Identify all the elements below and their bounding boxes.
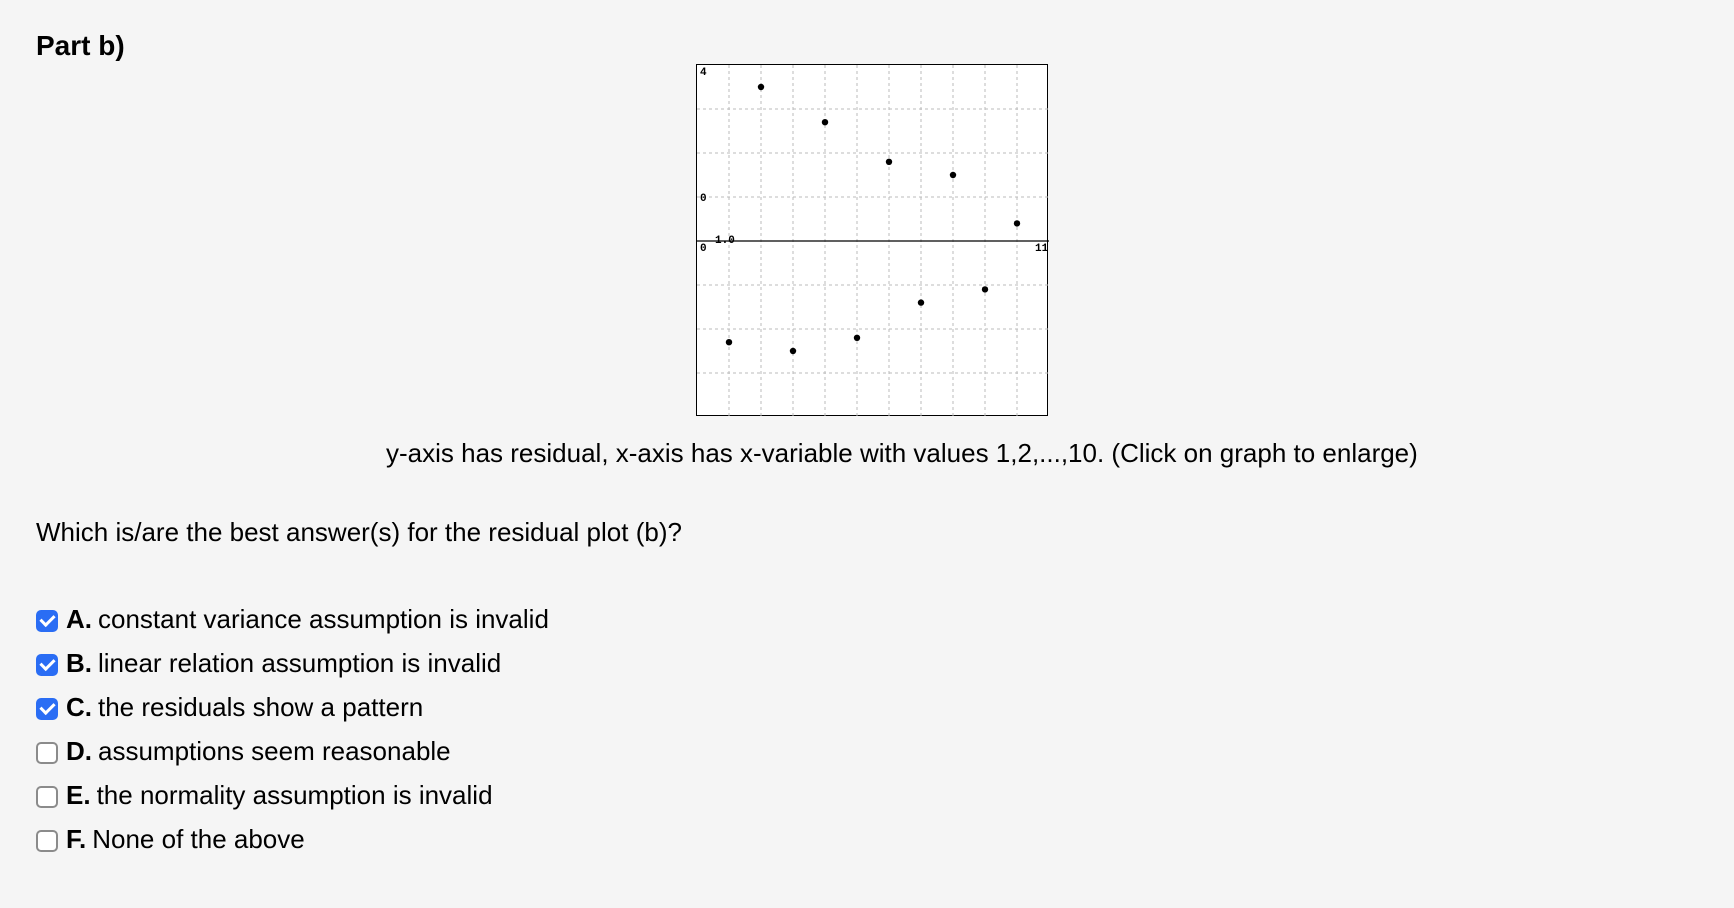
- option-letter: F.: [66, 822, 86, 857]
- option-row: B. linear relation assumption is invalid: [36, 646, 1698, 681]
- option-checkbox-b[interactable]: [36, 654, 58, 676]
- option-text: linear relation assumption is invalid: [98, 646, 501, 681]
- data-point: [982, 286, 988, 292]
- option-letter: A.: [66, 602, 92, 637]
- data-point: [886, 159, 892, 165]
- option-text: None of the above: [92, 822, 305, 857]
- option-row: E. the normality assumption is invalid: [36, 778, 1698, 813]
- y-tick-top: 4: [700, 67, 707, 79]
- option-checkbox-c[interactable]: [36, 698, 58, 720]
- x-tick-origin-left: 0: [700, 243, 707, 255]
- option-text: the residuals show a pattern: [98, 690, 423, 725]
- y-tick-zero: 0: [700, 193, 707, 205]
- part-label: Part b): [36, 30, 1698, 62]
- data-point: [1014, 220, 1020, 226]
- option-row: F. None of the above: [36, 822, 1698, 857]
- data-point: [790, 348, 796, 354]
- data-point: [726, 339, 732, 345]
- option-letter: E.: [66, 778, 91, 813]
- option-letter: C.: [66, 690, 92, 725]
- option-row: D. assumptions seem reasonable: [36, 734, 1698, 769]
- question-text: Which is/are the best answer(s) for the …: [36, 517, 1698, 548]
- option-text: the normality assumption is invalid: [97, 778, 493, 813]
- chart-caption: y-axis has residual, x-axis has x-variab…: [386, 438, 1698, 469]
- data-point: [854, 335, 860, 341]
- option-checkbox-a[interactable]: [36, 610, 58, 632]
- residual-plot[interactable]: 4 0 0 1.0 11: [696, 64, 1048, 416]
- data-point: [758, 84, 764, 90]
- option-letter: D.: [66, 734, 92, 769]
- x-tick-origin: 1.0: [715, 235, 735, 247]
- data-point: [950, 172, 956, 178]
- data-point: [822, 119, 828, 125]
- option-checkbox-f[interactable]: [36, 830, 58, 852]
- option-letter: B.: [66, 646, 92, 681]
- x-tick-max: 11: [1035, 243, 1049, 255]
- data-point: [918, 299, 924, 305]
- option-checkbox-e[interactable]: [36, 786, 58, 808]
- option-row: A. constant variance assumption is inval…: [36, 602, 1698, 637]
- option-row: C. the residuals show a pattern: [36, 690, 1698, 725]
- options-list: A. constant variance assumption is inval…: [36, 602, 1698, 858]
- option-checkbox-d[interactable]: [36, 742, 58, 764]
- option-text: assumptions seem reasonable: [98, 734, 451, 769]
- option-text: constant variance assumption is invalid: [98, 602, 549, 637]
